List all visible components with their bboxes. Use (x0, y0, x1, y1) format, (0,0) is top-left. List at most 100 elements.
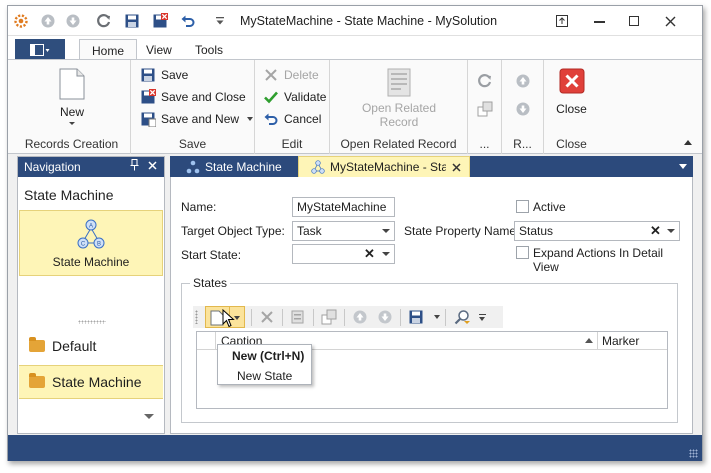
refresh-icon[interactable] (95, 12, 113, 30)
save-and-close-icon[interactable] (151, 12, 169, 30)
row-indicator-header (197, 332, 216, 349)
previous-record-icon[interactable] (515, 73, 531, 89)
states-legend: States (190, 276, 231, 290)
next-record-icon[interactable] (377, 309, 393, 325)
open-related-record-button[interactable]: Open Related Record (350, 68, 448, 129)
new-button-tooltip: New (Ctrl+N) New State (217, 344, 312, 385)
close-record-button[interactable]: Close (550, 68, 593, 116)
group-label-records-nav: R... (513, 137, 532, 151)
application-menu-button[interactable] (15, 39, 65, 60)
group-records-creation: New Records Creation (13, 60, 131, 154)
clear-icon[interactable]: ✕ (364, 246, 375, 262)
save-and-new-icon (141, 112, 156, 127)
customize-toolbar-icon[interactable] (479, 317, 485, 321)
target-object-type-value: Task (297, 224, 322, 238)
group-open-related: Open Related Record Open Related Record (330, 60, 468, 154)
tab-list-dropdown-icon[interactable] (679, 164, 687, 169)
title-bar: MyStateMachine - State Machine - MySolut… (8, 6, 702, 36)
nav-group-default-label: Default (52, 338, 97, 354)
state-property-name-select[interactable]: Status ✕ (514, 221, 680, 241)
start-state-select[interactable]: ✕ (292, 244, 395, 264)
tab-tools[interactable]: Tools (195, 43, 223, 57)
close-icon[interactable] (655, 10, 685, 32)
up-arrow-icon[interactable] (39, 12, 57, 30)
save-icon[interactable] (408, 309, 424, 325)
cancel-button-label: Cancel (284, 112, 322, 126)
group-label-save: Save (178, 137, 207, 151)
expand-actions-label: Expand Actions In Detail View (533, 246, 664, 274)
navigation-selected-label: State Machine (52, 255, 130, 269)
validate-button[interactable]: Validate (263, 89, 326, 105)
resize-grip[interactable] (689, 449, 698, 458)
save-and-new-button[interactable]: Save and New (140, 111, 254, 127)
save-and-new-label: Save and New (161, 112, 240, 126)
save-button[interactable]: Save (140, 67, 188, 83)
validate-button-label: Validate (284, 90, 327, 104)
main-window: MyStateMachine - State Machine - MySolut… (7, 5, 703, 461)
svg-text:C: C (81, 242, 86, 248)
tab-home[interactable]: Home (79, 39, 138, 60)
minimize-icon[interactable] (584, 10, 614, 32)
close-tab-icon[interactable] (452, 162, 461, 172)
cancel-button[interactable]: Cancel (263, 111, 321, 127)
mouse-cursor-icon (222, 309, 235, 328)
state-property-name-value: Status (519, 224, 554, 238)
save-icon[interactable] (123, 12, 141, 30)
tab-my-state-machine[interactable]: MyStateMachine - State (298, 156, 470, 177)
down-arrow-icon[interactable] (64, 12, 82, 30)
maximize-icon[interactable] (619, 10, 649, 32)
navigation-more-icon[interactable] (144, 414, 154, 419)
tab-state-machine[interactable]: State Machine (179, 156, 292, 177)
tab-view[interactable]: View (146, 43, 172, 57)
group-close: Close Close (544, 60, 599, 154)
tooltip-item-new-state[interactable]: New State (237, 369, 292, 383)
navigation-panel: Navigation State Machine A C B State Mac… (17, 156, 165, 434)
close-record-label: Close (556, 102, 587, 116)
app-gear-icon[interactable] (12, 12, 30, 30)
navigation-selected-item[interactable]: A C B State Machine (19, 210, 163, 276)
refresh-icon[interactable] (477, 73, 493, 89)
new-button[interactable]: New (50, 68, 94, 125)
close-red-icon (559, 68, 584, 94)
sort-ascending-icon (585, 338, 593, 343)
splitter-grip[interactable] (78, 320, 106, 324)
previous-record-icon[interactable] (352, 309, 368, 325)
pin-icon[interactable] (547, 10, 577, 32)
clone-icon[interactable] (477, 101, 493, 117)
save-and-close-button[interactable]: Save and Close (140, 89, 246, 105)
nav-group-state-machine[interactable]: State Machine (19, 365, 163, 399)
close-panel-icon[interactable] (148, 159, 157, 173)
save-and-close-icon (141, 89, 156, 104)
check-icon (264, 91, 278, 104)
pin-icon[interactable] (130, 159, 139, 174)
open-related-label-2: Record (379, 115, 419, 129)
clone-icon[interactable] (321, 309, 337, 325)
state-machine-icon (311, 160, 325, 174)
delete-button[interactable]: Delete (263, 67, 319, 83)
undo-icon[interactable] (179, 12, 197, 30)
column-header-marker[interactable]: Marker (602, 334, 639, 348)
nav-group-default[interactable]: Default (19, 329, 163, 363)
group-records-nav: R... (502, 60, 544, 154)
edit-record-icon[interactable] (290, 309, 306, 325)
next-record-icon[interactable] (515, 101, 531, 117)
group-edit: Delete Validate Cancel Edit (255, 60, 330, 154)
expand-actions-checkbox[interactable] (516, 246, 529, 259)
chevron-down-icon (382, 252, 390, 256)
target-object-type-select[interactable]: Task (292, 221, 395, 241)
states-toolbar (193, 306, 503, 328)
filter-search-icon[interactable] (454, 309, 470, 325)
folder-icon (29, 373, 45, 388)
delete-icon[interactable] (259, 309, 275, 325)
chevron-down-icon[interactable] (434, 315, 440, 319)
collapse-ribbon-icon[interactable] (684, 140, 692, 145)
name-field[interactable]: MyStateMachine (292, 197, 395, 217)
customize-qat-icon[interactable] (211, 12, 229, 30)
nav-group-state-machine-label: State Machine (52, 374, 142, 390)
status-bar (8, 435, 702, 461)
clear-icon[interactable]: ✕ (650, 223, 661, 239)
tab-my-state-machine-label: MyStateMachine - State (330, 160, 446, 174)
chevron-down-icon (247, 117, 254, 121)
open-related-icon (387, 68, 411, 97)
active-checkbox[interactable] (516, 200, 529, 213)
